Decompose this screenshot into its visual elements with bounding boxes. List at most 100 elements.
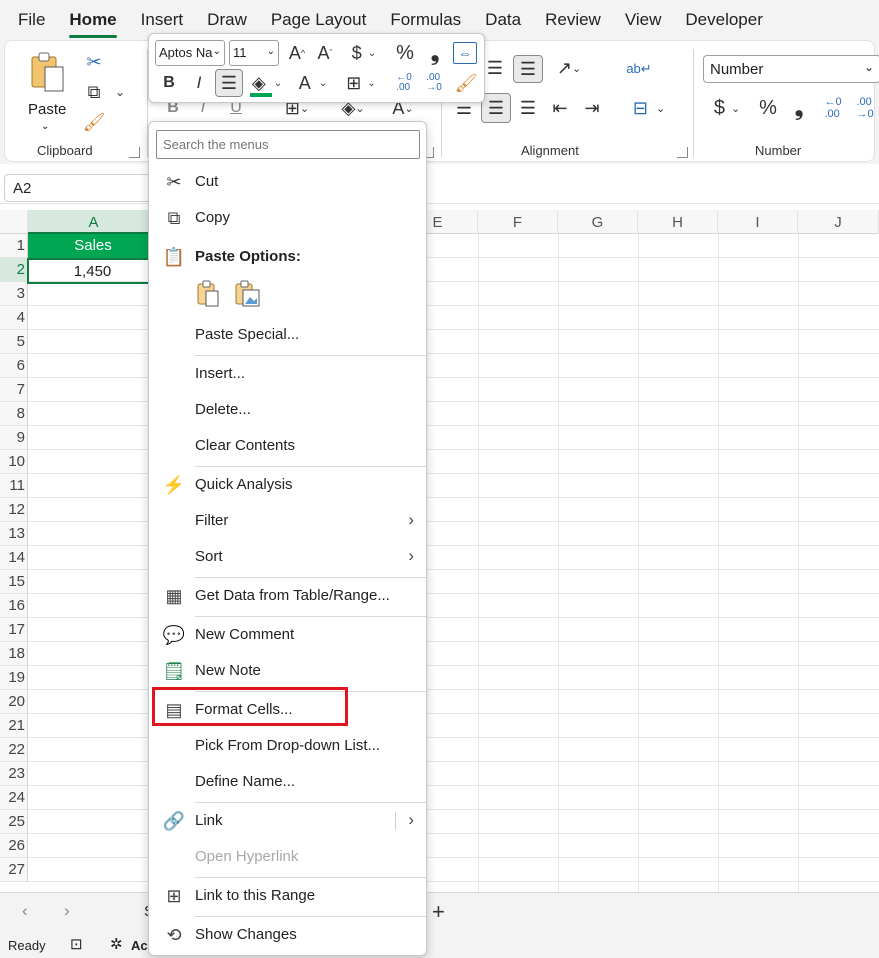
- tab-data[interactable]: Data: [473, 10, 533, 36]
- column-header-j[interactable]: J: [798, 210, 879, 234]
- dialog-launcher-icon[interactable]: [129, 147, 140, 158]
- menu-item-paste-special[interactable]: Paste Special...: [149, 320, 426, 350]
- row-header[interactable]: 22: [0, 738, 28, 762]
- align-top-icon[interactable]: ☰: [483, 55, 507, 81]
- currency-icon[interactable]: $ ⌄: [345, 40, 383, 66]
- row-header[interactable]: 7: [0, 378, 28, 402]
- percent-icon[interactable]: %: [393, 40, 417, 66]
- tab-file[interactable]: File: [0, 10, 57, 36]
- column-header-f[interactable]: F: [478, 210, 558, 234]
- italic-icon[interactable]: I: [187, 70, 211, 96]
- tab-view[interactable]: View: [613, 10, 674, 36]
- accessibility-icon[interactable]: ✲: [110, 935, 123, 953]
- row-header[interactable]: 2: [0, 258, 28, 282]
- cell-a1[interactable]: Sales: [28, 234, 158, 258]
- column-header-i[interactable]: I: [718, 210, 798, 234]
- chevron-left-icon[interactable]: ‹: [22, 901, 28, 921]
- row-header[interactable]: 24: [0, 786, 28, 810]
- increase-decimal-icon[interactable]: ←0.00: [819, 95, 847, 121]
- paste-option-picture-icon[interactable]: [233, 280, 263, 310]
- percent-icon[interactable]: %: [755, 95, 781, 121]
- row-header[interactable]: 16: [0, 594, 28, 618]
- tab-home[interactable]: Home: [57, 10, 128, 38]
- wrap-text-icon[interactable]: ab↵: [625, 55, 653, 83]
- row-header[interactable]: 26: [0, 834, 28, 858]
- row-header[interactable]: 18: [0, 642, 28, 666]
- increase-decimal-icon[interactable]: ←0.00: [391, 70, 417, 96]
- copy-icon[interactable]: ⧉: [81, 79, 107, 105]
- macro-recording-icon[interactable]: ⊡: [70, 935, 83, 953]
- menu-item-sort[interactable]: Sort ›: [149, 542, 426, 572]
- column-header-h[interactable]: H: [638, 210, 718, 234]
- currency-icon[interactable]: $ ⌄: [705, 95, 749, 121]
- merge-center-icon[interactable]: ⊟ ⌄: [623, 95, 675, 121]
- fill-color-icon[interactable]: ◈ ⌄: [247, 70, 287, 97]
- menu-item-clear-contents[interactable]: Clear Contents: [149, 431, 426, 461]
- comma-style-icon[interactable]: ❟: [425, 40, 445, 66]
- menu-item-new-comment[interactable]: 💬 New Comment: [149, 620, 426, 650]
- cut-icon[interactable]: ✂: [81, 49, 107, 75]
- row-header[interactable]: 23: [0, 762, 28, 786]
- increase-indent-icon[interactable]: ⇥: [579, 95, 605, 121]
- chevron-right-icon[interactable]: ›: [64, 901, 70, 921]
- menu-item-pick-dropdown[interactable]: Pick From Drop-down List...: [149, 731, 426, 761]
- paste-option-paste-icon[interactable]: [195, 280, 223, 310]
- row-header[interactable]: 3: [0, 282, 28, 306]
- chevron-down-icon[interactable]: ⌄: [113, 81, 127, 103]
- borders-icon[interactable]: ⊞ ⌄: [341, 70, 381, 96]
- menu-item-new-note[interactable]: 🗒 New Note: [149, 656, 426, 686]
- menu-item-copy[interactable]: ⧉ Copy: [149, 203, 426, 233]
- font-size-select[interactable]: 11 ⌄: [229, 40, 279, 66]
- row-header[interactable]: 17: [0, 618, 28, 642]
- cell-a2[interactable]: 1,450: [27, 258, 158, 284]
- menu-item-get-data[interactable]: ▦ Get Data from Table/Range...: [149, 581, 426, 611]
- row-header[interactable]: 6: [0, 354, 28, 378]
- accessibility-label[interactable]: Ac: [131, 938, 148, 953]
- menu-item-link[interactable]: 🔗 Link ›: [149, 806, 426, 836]
- align-center-icon[interactable]: ☰: [481, 93, 511, 123]
- column-header-a[interactable]: A: [28, 210, 160, 234]
- menu-item-delete[interactable]: Delete...: [149, 395, 426, 425]
- search-menus-input[interactable]: [156, 130, 420, 159]
- align-right-icon[interactable]: ☰: [515, 95, 541, 121]
- menu-item-cut[interactable]: ✂ Cut: [149, 167, 426, 197]
- menu-item-quick-analysis[interactable]: ⚡ Quick Analysis: [149, 470, 426, 500]
- font-color-icon[interactable]: A ⌄: [295, 70, 331, 96]
- row-header[interactable]: 1: [0, 234, 28, 258]
- decrease-font-size-icon[interactable]: Aˇ: [313, 40, 337, 66]
- row-header[interactable]: 5: [0, 330, 28, 354]
- row-header[interactable]: 9: [0, 426, 28, 450]
- tab-review[interactable]: Review: [533, 10, 613, 36]
- merge-center-icon[interactable]: ⇔: [453, 42, 477, 64]
- menu-item-insert[interactable]: Insert...: [149, 359, 426, 389]
- decrease-decimal-icon[interactable]: .00 →0: [421, 70, 447, 96]
- row-header[interactable]: 15: [0, 570, 28, 594]
- decrease-indent-icon[interactable]: ⇤: [547, 95, 573, 121]
- row-header[interactable]: 12: [0, 498, 28, 522]
- menu-item-link-range[interactable]: ⊞ Link to this Range: [149, 881, 426, 911]
- row-header[interactable]: 11: [0, 474, 28, 498]
- number-format-select[interactable]: Number ⌄: [703, 55, 879, 83]
- format-painter-icon[interactable]: 🖌: [453, 70, 479, 96]
- row-header[interactable]: 20: [0, 690, 28, 714]
- row-col-corner[interactable]: [0, 210, 28, 234]
- comma-style-icon[interactable]: ❟: [787, 95, 811, 121]
- column-header-g[interactable]: G: [558, 210, 638, 234]
- row-header[interactable]: 21: [0, 714, 28, 738]
- row-header[interactable]: 27: [0, 858, 28, 882]
- worksheet-grid[interactable]: A E F G H I J 1 2 3 4 5 6 7 8 9 10 11 12 13 14 15 16 17 1…: [0, 210, 879, 892]
- align-center-icon[interactable]: ☰: [215, 69, 243, 97]
- row-header[interactable]: 14: [0, 546, 28, 570]
- row-header[interactable]: 10: [0, 450, 28, 474]
- orientation-icon[interactable]: ↗ ⌄: [549, 55, 589, 81]
- menu-item-define-name[interactable]: Define Name...: [149, 767, 426, 797]
- increase-font-size-icon[interactable]: A ^: [285, 40, 309, 66]
- bold-icon[interactable]: B: [157, 70, 181, 96]
- row-header[interactable]: 19: [0, 666, 28, 690]
- dialog-launcher-icon[interactable]: [677, 147, 688, 158]
- menu-item-show-changes[interactable]: ⟲ Show Changes: [149, 920, 426, 950]
- row-header[interactable]: 13: [0, 522, 28, 546]
- row-header[interactable]: 8: [0, 402, 28, 426]
- row-header[interactable]: 25: [0, 810, 28, 834]
- paste-button[interactable]: Paste ⌄: [25, 49, 69, 132]
